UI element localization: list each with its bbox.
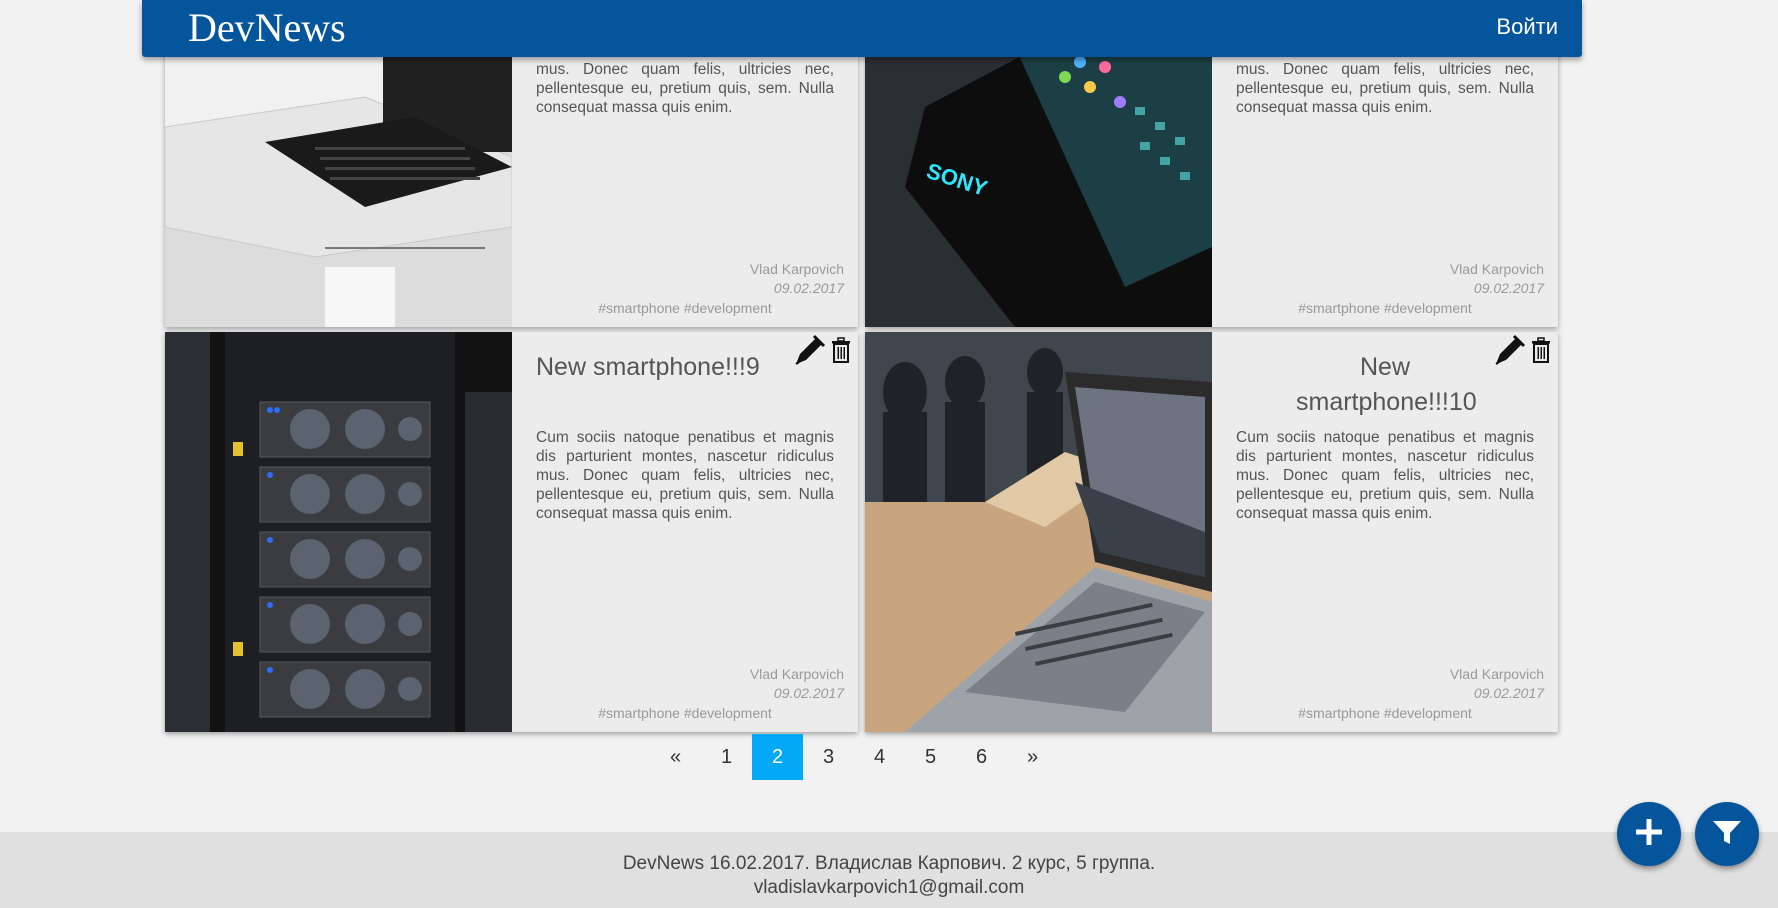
news-content: New smartphone!!!10 Cum sociis natoque p…	[1212, 332, 1558, 732]
news-body: Cum sociis natoque penatibus et magnis d…	[1236, 429, 1534, 522]
news-title[interactable]: New smartphone!!!10	[1236, 350, 1534, 420]
news-content: New smartphone!!!9 Cum sociis natoque pe…	[512, 332, 858, 732]
logo[interactable]: DevNews	[188, 4, 346, 52]
login-button[interactable]: Войти	[1496, 14, 1558, 40]
news-tags[interactable]: #smartphone #development	[1212, 705, 1558, 721]
news-body: Cum sociis natoque penatibus et magnis d…	[536, 429, 834, 522]
news-author: Vlad Karpovich	[749, 261, 844, 277]
news-author: Vlad Karpovich	[1449, 261, 1544, 277]
news-title[interactable]: New smartphone!!!9	[536, 350, 788, 385]
pagination-page-5[interactable]: 5	[905, 734, 956, 780]
pagination-next[interactable]: »	[1007, 734, 1058, 780]
news-date: 09.02.2017	[773, 280, 844, 296]
filter-icon	[1711, 816, 1743, 853]
news-card[interactable]: New smartphone!!!9 Cum sociis natoque pe…	[165, 332, 858, 732]
news-tags[interactable]: #smartphone #development	[512, 300, 858, 316]
news-body: mus. Donec quam felis, ultricies nec, pe…	[1236, 61, 1534, 116]
news-image	[165, 332, 512, 732]
footer-email[interactable]: vladislavkarpovich1@gmail.com	[0, 876, 1778, 900]
pagination-prev[interactable]: «	[650, 734, 701, 780]
footer-credits: DevNews 16.02.2017. Владислав Карпович. …	[622, 853, 1156, 874]
news-date: 09.02.2017	[1473, 685, 1544, 701]
news-author: Vlad Karpovich	[749, 666, 844, 682]
filter-button[interactable]	[1695, 802, 1759, 866]
footer: DevNews 16.02.2017. Владислав Карпович. …	[0, 832, 1778, 908]
pagination-page-3[interactable]: 3	[803, 734, 854, 780]
news-date: 09.02.2017	[1473, 280, 1544, 296]
news-date: 09.02.2017	[773, 685, 844, 701]
news-author: Vlad Karpovich	[1449, 666, 1544, 682]
plus-icon	[1633, 816, 1665, 853]
pagination: « 1 2 3 4 5 6 »	[650, 734, 1058, 780]
news-card[interactable]: New smartphone!!!10 Cum sociis natoque p…	[865, 332, 1558, 732]
top-bar: DevNews Войти	[142, 0, 1582, 57]
news-tags[interactable]: #smartphone #development	[512, 705, 858, 721]
pagination-page-2[interactable]: 2	[752, 734, 803, 780]
pagination-page-1[interactable]: 1	[701, 734, 752, 780]
news-body: mus. Donec quam felis, ultricies nec, pe…	[536, 61, 834, 116]
news-image	[865, 332, 1212, 732]
pagination-page-6[interactable]: 6	[956, 734, 1007, 780]
news-tags[interactable]: #smartphone #development	[1212, 300, 1558, 316]
pagination-page-4[interactable]: 4	[854, 734, 905, 780]
add-news-button[interactable]	[1617, 802, 1681, 866]
